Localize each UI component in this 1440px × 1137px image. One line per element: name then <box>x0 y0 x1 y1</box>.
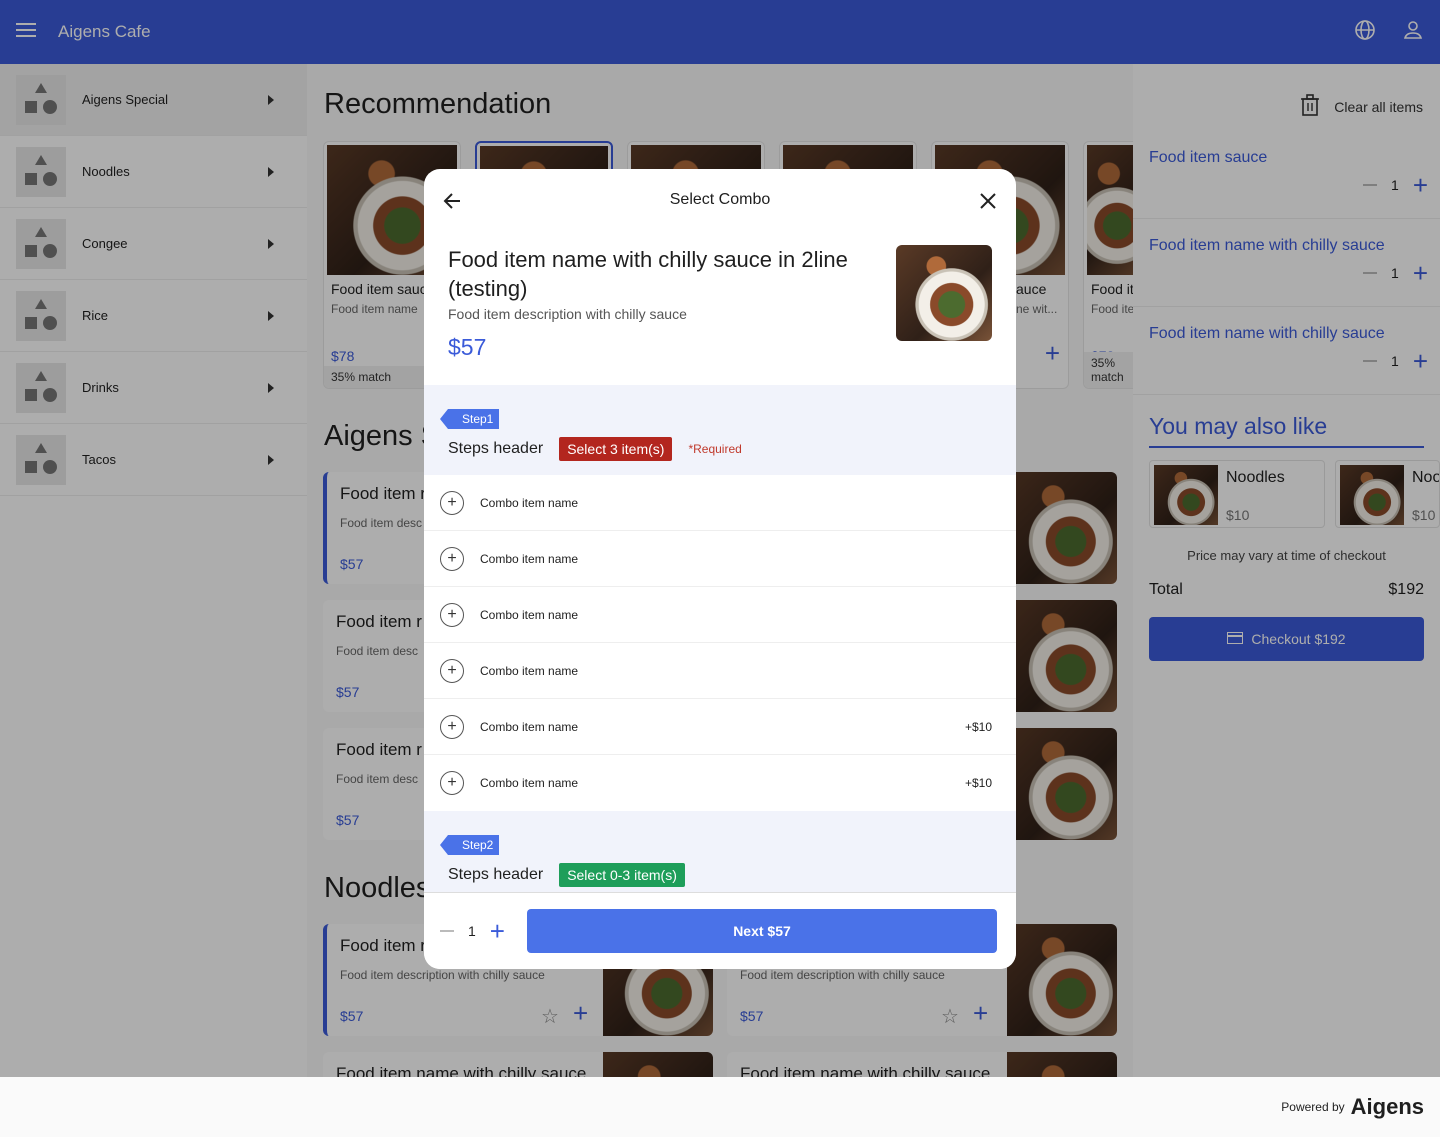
powered-by-label: Powered by <box>1281 1100 1345 1114</box>
dialog-title: Select Combo <box>669 191 771 208</box>
item-details: Food item name with chilly sauce in 2lin… <box>448 245 868 361</box>
add-circle-icon[interactable]: + <box>440 490 464 515</box>
combo-option[interactable]: + Combo item name <box>424 587 1016 643</box>
step-tag: Step2 <box>439 835 500 855</box>
add-circle-icon[interactable]: + <box>440 658 464 683</box>
combo-option-name: Combo item name <box>480 663 579 678</box>
step-title: Steps header <box>448 866 544 883</box>
minus-icon[interactable] <box>440 930 454 932</box>
add-circle-icon[interactable]: + <box>440 771 464 795</box>
item-desc: Food item description with chilly sauce <box>448 306 687 322</box>
combo-option[interactable]: + Combo item name +$10 <box>424 699 1016 755</box>
item-price: $57 <box>448 334 487 360</box>
combo-option-name: Combo item name <box>480 607 579 622</box>
combo-option[interactable]: + Combo item name <box>424 475 1016 531</box>
next-button[interactable]: Next $57 <box>526 909 997 953</box>
combo-option-extra: +$10 <box>964 776 992 790</box>
brand-logo: Aigens <box>1350 1094 1424 1119</box>
close-icon[interactable] <box>980 193 996 214</box>
combo-option-extra: +$10 <box>964 719 992 734</box>
item-image <box>896 245 992 341</box>
combo-option[interactable]: + Combo item name <box>424 643 1016 699</box>
add-circle-icon[interactable]: + <box>440 602 464 627</box>
add-circle-icon[interactable]: + <box>440 546 464 571</box>
step-header: Step1 Steps header Select 3 item(s) *Req… <box>424 385 1016 475</box>
selection-badge: Select 3 item(s) <box>559 437 673 461</box>
step-title: Steps header <box>448 440 544 457</box>
step-header: Step2 Steps header Select 0-3 item(s) <box>424 811 1016 892</box>
footer: Powered by Aigens <box>0 1077 1440 1137</box>
dialog-header: Select Combo <box>424 169 1016 233</box>
required-label: *Required <box>688 442 742 456</box>
dialog-footer: 1 + Next $57 <box>424 892 1016 969</box>
plus-icon[interactable]: + <box>490 918 505 944</box>
combo-option-name: Combo item name <box>480 551 579 566</box>
quantity-stepper: 1 + <box>440 918 505 944</box>
quantity-value: 1 <box>468 923 476 939</box>
combo-option-name: Combo item name <box>480 495 579 510</box>
item-name: Food item name with chilly sauce in 2lin… <box>448 247 848 301</box>
combo-option[interactable]: + Combo item name <box>424 531 1016 587</box>
combo-option-name: Combo item name <box>480 719 579 734</box>
add-circle-icon[interactable]: + <box>440 714 464 739</box>
combo-option[interactable]: + Combo item name +$10 <box>424 755 1016 811</box>
selection-badge: Select 0-3 item(s) <box>559 863 685 887</box>
select-combo-dialog: Select Combo Food item name with chilly … <box>424 169 1016 969</box>
combo-option-name: Combo item name <box>480 776 579 790</box>
combo-steps[interactable]: Step1 Steps header Select 3 item(s) *Req… <box>424 385 1016 892</box>
step-tag: Step1 <box>439 409 500 429</box>
